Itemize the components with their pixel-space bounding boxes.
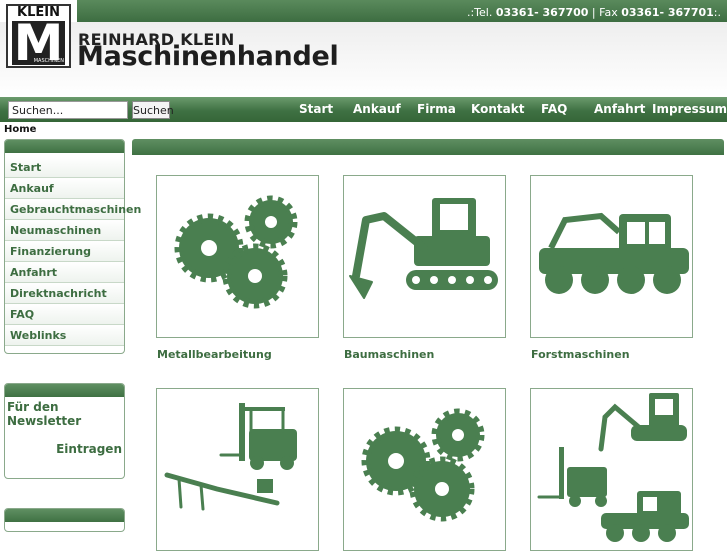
contact-info: .:Tel. 03361- 367700 | Fax 03361- 367701… <box>466 6 721 19</box>
content-header-bar <box>132 139 724 155</box>
nav-faq[interactable]: FAQ <box>541 97 567 122</box>
category-label-metallbearbeitung[interactable]: Metallbearbeitung <box>157 348 272 361</box>
fax-number: 03361- 367701 <box>621 6 714 19</box>
newsletter-signup-link[interactable]: Eintragen <box>56 442 122 456</box>
sidebar-menu: Start Ankauf Gebrauchtmaschinen Neumasch… <box>4 139 141 354</box>
sidebar-item-faq[interactable]: FAQ <box>5 304 124 325</box>
nav-start[interactable]: Start <box>299 97 333 122</box>
phone-number: 03361- 367700 <box>495 6 589 19</box>
gears-icon <box>361 408 485 522</box>
sidebar-item-weblinks[interactable]: Weblinks <box>5 325 124 346</box>
sidebar-item-ankauf[interactable]: Ankauf <box>5 178 124 199</box>
category-tile-4[interactable] <box>156 388 319 551</box>
newsletter-box: Für den Newsletter Eintragen <box>4 383 125 479</box>
forestry-machine-icon <box>539 212 689 294</box>
sidebar-item-neumaschinen[interactable]: Neumaschinen <box>5 220 124 241</box>
newsletter-title: Für den Newsletter <box>7 400 82 428</box>
category-tile-metallbearbeitung[interactable] <box>156 175 319 338</box>
sidebar-item-gebrauchtmaschinen[interactable]: Gebrauchtmaschinen <box>5 199 141 220</box>
company-logo[interactable]: KLEIN M MASCHINEN <box>6 4 71 71</box>
nav-impressum[interactable]: Impressum <box>652 97 727 122</box>
category-tile-6[interactable] <box>530 388 693 551</box>
category-tile-5[interactable] <box>343 388 506 551</box>
breadcrumb[interactable]: Home <box>4 124 36 135</box>
excavator-icon <box>349 198 498 299</box>
search-button[interactable]: Suchen <box>132 101 174 119</box>
category-tile-forstmaschinen[interactable] <box>530 175 693 338</box>
top-contact-bar: .:Tel. 03361- 367700 | Fax 03361- 367701… <box>77 0 727 22</box>
brand-subtitle: Maschinenhandel <box>77 41 339 72</box>
gears-icon <box>174 195 298 309</box>
sidebar-item-anfahrt[interactable]: Anfahrt <box>5 262 124 283</box>
nav-anfahrt[interactable]: Anfahrt <box>594 97 645 122</box>
sidebar-item-direktnachricht[interactable]: Direktnachricht <box>5 283 124 304</box>
sidebar-box <box>4 508 125 532</box>
nav-ankauf[interactable]: Ankauf <box>353 97 401 122</box>
machines-collage-icon <box>537 393 689 542</box>
category-label-forstmaschinen[interactable]: Forstmaschinen <box>531 348 630 361</box>
sidebar-item-start[interactable]: Start <box>5 157 124 178</box>
search-input[interactable] <box>8 101 128 119</box>
category-tile-baumaschinen[interactable] <box>343 175 506 338</box>
category-label-baumaschinen[interactable]: Baumaschinen <box>344 348 434 361</box>
nav-firma[interactable]: Firma <box>417 97 456 122</box>
forklift-icon <box>164 403 297 511</box>
nav-kontakt[interactable]: Kontakt <box>471 97 524 122</box>
sidebar-item-finanzierung[interactable]: Finanzierung <box>5 241 124 262</box>
